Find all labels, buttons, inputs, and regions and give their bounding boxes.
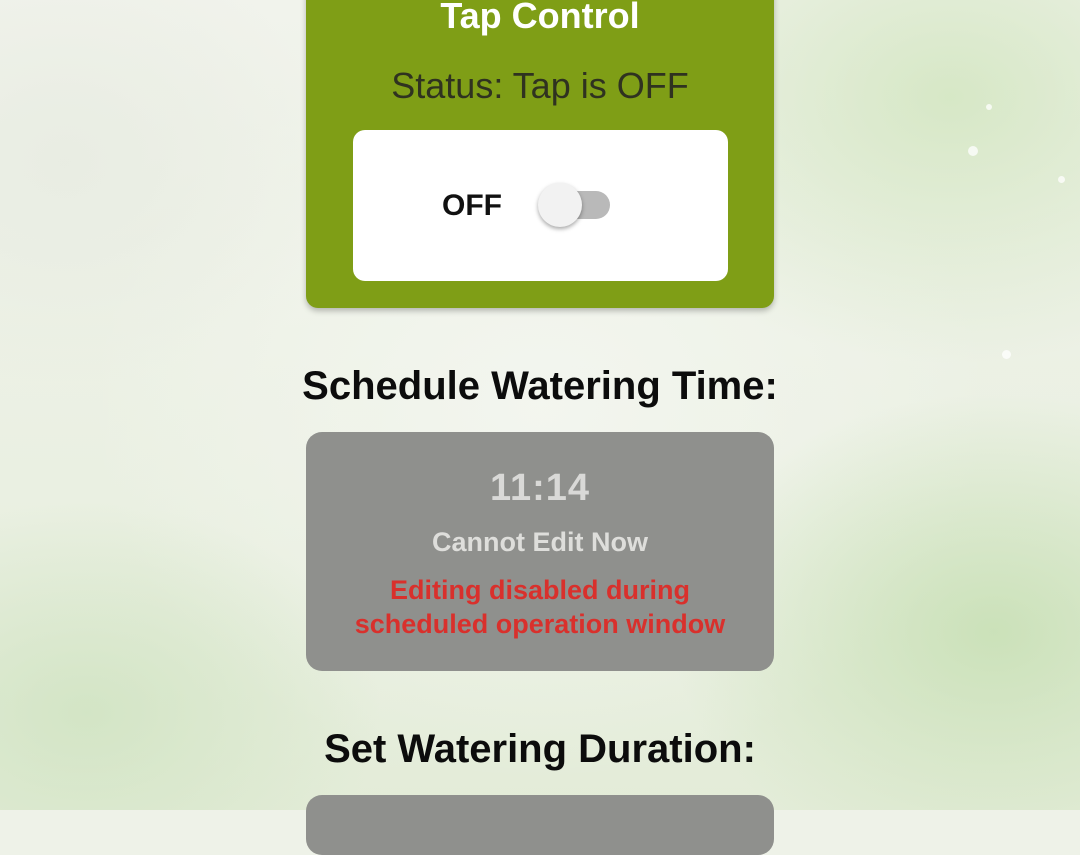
- background-speck: [968, 146, 978, 156]
- schedule-time-value: 11:14: [489, 467, 591, 509]
- duration-picker[interactable]: [306, 795, 774, 855]
- schedule-edit-status: Cannot Edit Now: [432, 527, 648, 557]
- duration-heading: Set Watering Duration:: [324, 727, 756, 771]
- schedule-warning-line2: scheduled operation window: [354, 609, 726, 639]
- background-speck: [1058, 176, 1065, 183]
- tap-switch-label: OFF: [442, 189, 502, 222]
- tap-control-title: Tap Control: [440, 0, 640, 36]
- background-speck: [986, 104, 992, 110]
- tap-toggle-thumb[interactable]: [538, 183, 582, 227]
- tap-status-text: Status: Tap is OFF: [391, 65, 689, 106]
- tap-toggle-switch[interactable]: [538, 183, 610, 227]
- schedule-heading: Schedule Watering Time:: [302, 364, 778, 408]
- tap-control-card: Tap Control Status: Tap is OFF OFF: [306, 0, 774, 308]
- schedule-warning-line1: Editing disabled during: [390, 575, 690, 605]
- background-speck: [1002, 350, 1011, 359]
- tap-switch-panel: OFF: [353, 130, 728, 281]
